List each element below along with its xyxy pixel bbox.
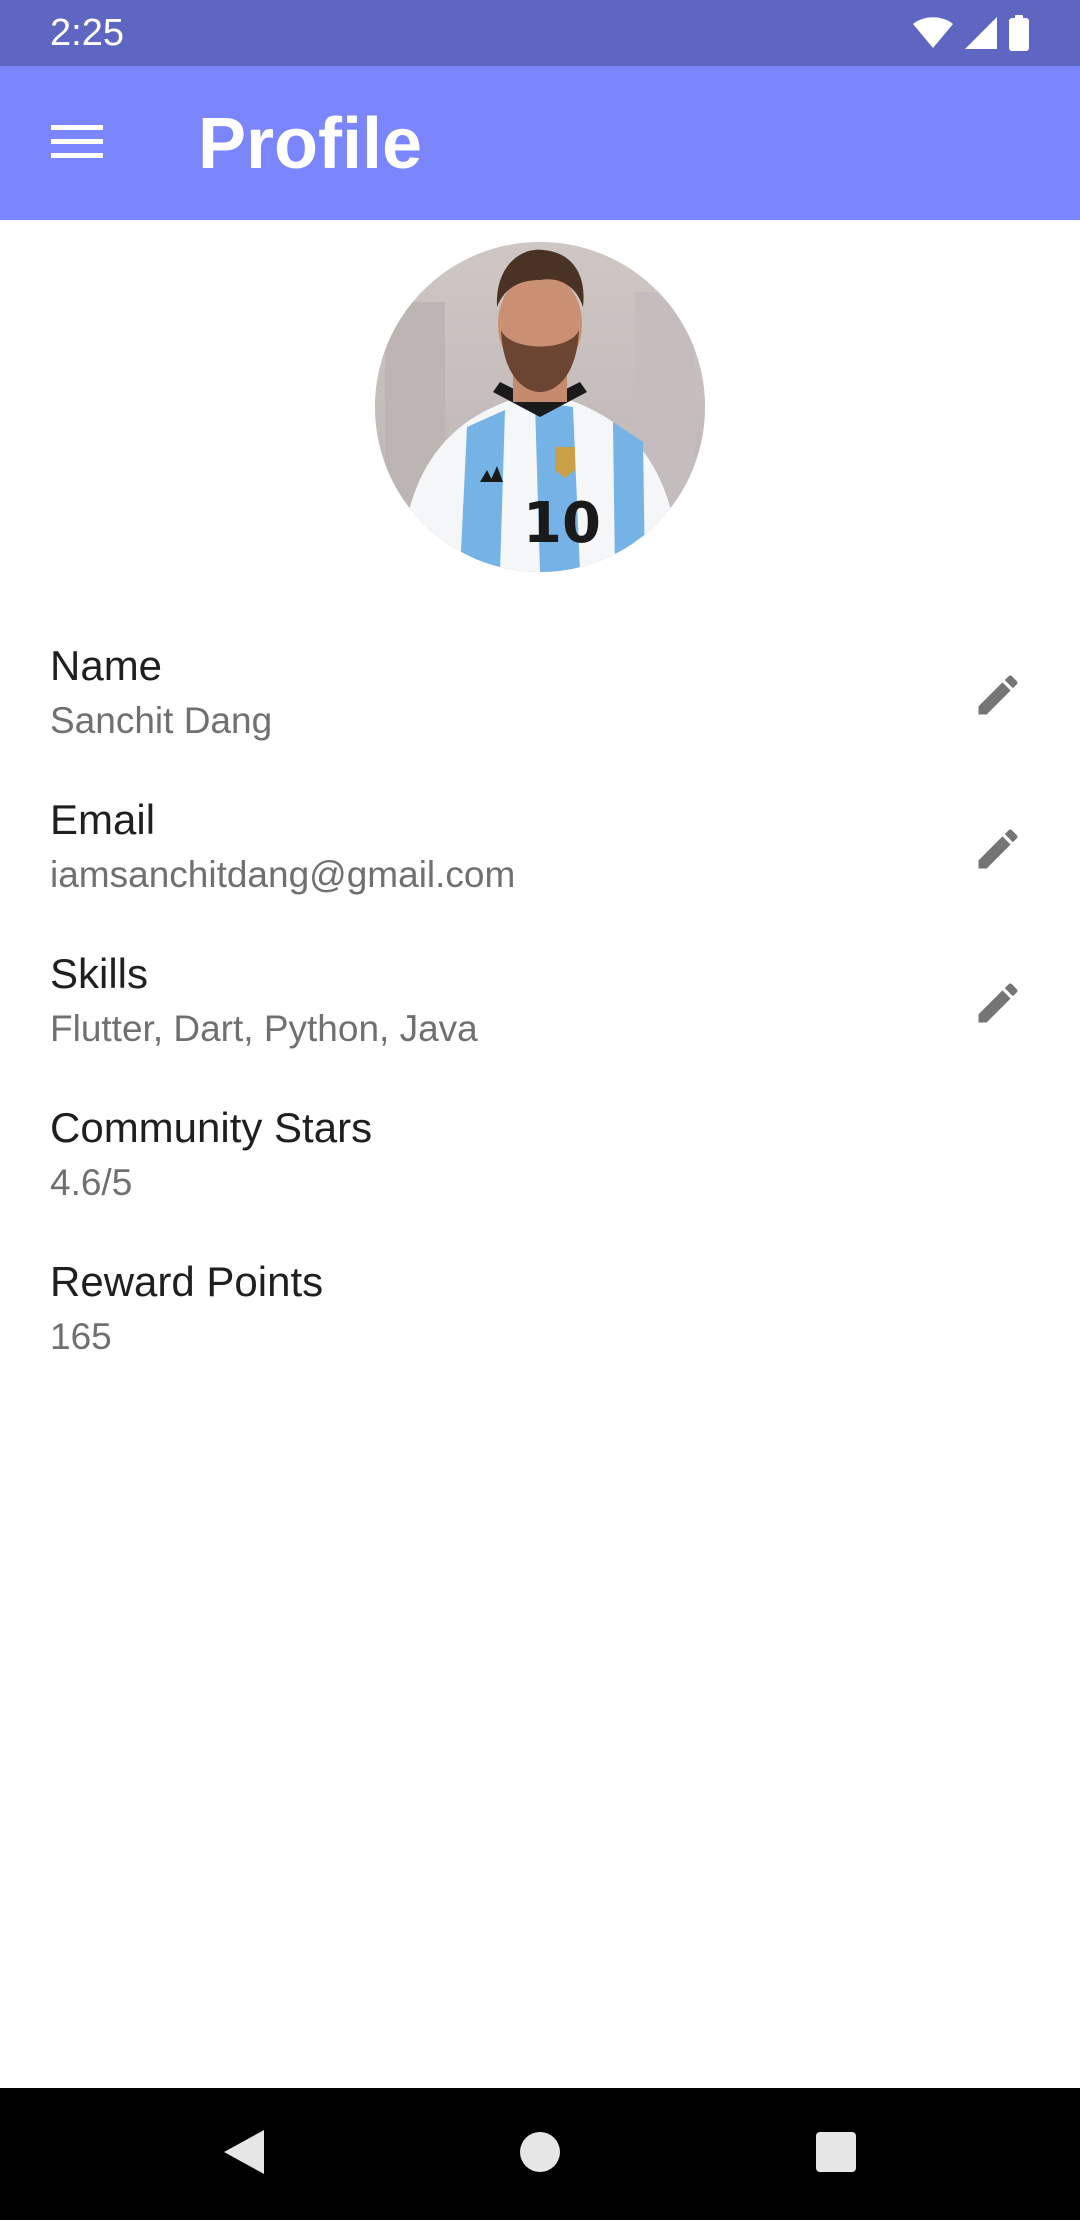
field-skills: Skills Flutter, Dart, Python, Java xyxy=(0,948,1080,1098)
pencil-icon xyxy=(972,669,1024,726)
field-value: Flutter, Dart, Python, Java xyxy=(50,1008,478,1049)
signal-icon xyxy=(964,16,998,50)
field-label: Skills xyxy=(50,950,149,997)
field-value: 165 xyxy=(50,1316,112,1357)
wifi-icon xyxy=(912,16,954,50)
field-label: Name xyxy=(50,642,163,689)
field-name: Name Sanchit Dang xyxy=(0,640,1080,790)
edit-skills-button[interactable] xyxy=(955,962,1041,1048)
field-email: Email iamsanchitdang@gmail.com xyxy=(0,794,1080,944)
pencil-icon xyxy=(972,977,1024,1034)
home-icon xyxy=(518,2130,562,2179)
pencil-icon xyxy=(972,823,1024,880)
edit-name-button[interactable] xyxy=(955,654,1041,740)
battery-icon xyxy=(1008,15,1030,51)
page-title: Profile xyxy=(198,104,423,184)
recents-button[interactable] xyxy=(800,2118,872,2190)
svg-text:10: 10 xyxy=(523,491,601,556)
menu-icon xyxy=(51,123,103,164)
app-bar: Profile xyxy=(0,66,1080,220)
field-community-stars: Community Stars 4.6/5 xyxy=(0,1102,1080,1252)
system-navigation-bar xyxy=(0,2088,1080,2220)
field-label: Community Stars xyxy=(50,1104,373,1151)
recents-icon xyxy=(815,2131,857,2178)
edit-email-button[interactable] xyxy=(955,808,1041,894)
status-icons xyxy=(912,14,1030,52)
field-reward-points: Reward Points 165 xyxy=(0,1256,1080,1406)
field-value: iamsanchitdang@gmail.com xyxy=(50,854,516,895)
home-button[interactable] xyxy=(504,2118,576,2190)
back-button[interactable] xyxy=(208,2118,280,2190)
field-label: Reward Points xyxy=(50,1258,324,1305)
field-value: 4.6/5 xyxy=(50,1162,133,1203)
field-label: Email xyxy=(50,796,156,843)
field-value: Sanchit Dang xyxy=(50,700,273,741)
status-time: 2:25 xyxy=(50,12,124,54)
back-icon xyxy=(222,2128,266,2181)
menu-button[interactable] xyxy=(32,111,122,175)
profile-photo: 10 xyxy=(375,242,705,572)
status-bar: 2:25 xyxy=(0,0,1080,66)
